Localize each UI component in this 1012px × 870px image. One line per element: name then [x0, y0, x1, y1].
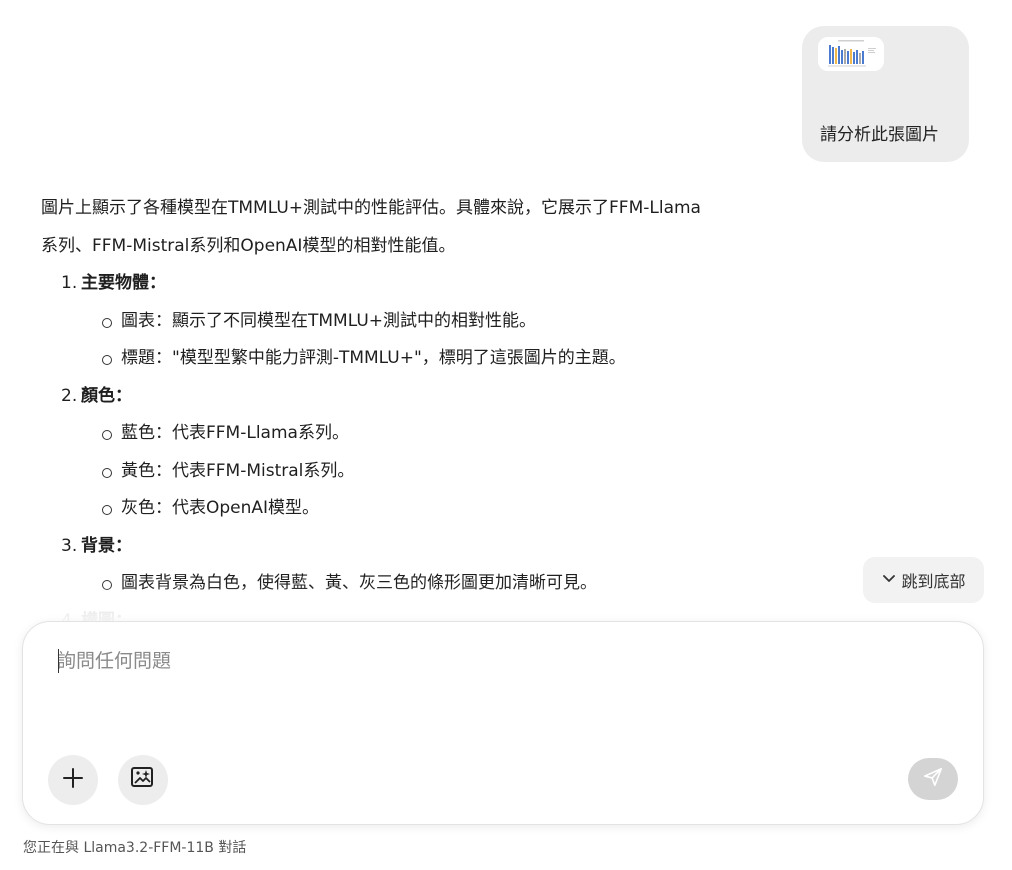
user-message-text: 請分析此張圖片: [820, 125, 939, 145]
image-sparkle-icon: [130, 765, 156, 795]
section-number: 3.: [61, 535, 78, 556]
list-item: 黃色：代表FFM-Mistral系列。: [101, 453, 801, 491]
assistant-intro: 圖片上顯示了各種模型在TMMLU+測試中的性能評估。具體來說，它展示了FFM-L…: [41, 190, 766, 265]
assistant-intro-line: 系列、FFM-Mistral系列和OpenAI模型的相對性能值。: [41, 235, 456, 256]
section-title: 顏色: [81, 385, 115, 406]
list-item: 灰色：代表OpenAI模型。: [101, 490, 801, 528]
list-item: 標題："模型型繁中能力評測-TMMLU+"，標明了這張圖片的主題。: [101, 340, 801, 378]
section-colon: ：: [115, 385, 132, 406]
analysis-section: 3. 背景： 圖表背景為白色，使得藍、黃、灰三色的條形圖更加清晰可見。: [61, 528, 801, 603]
section-number: 1.: [61, 273, 78, 293]
list-item: 藍色：代表FFM-Llama系列。: [101, 415, 801, 453]
user-message-bubble: 請分析此張圖片: [802, 26, 969, 162]
image-thumbnail[interactable]: [818, 37, 884, 71]
message-input[interactable]: [57, 644, 937, 678]
jump-to-bottom-label: 跳到底部: [901, 572, 966, 591]
assistant-intro-line: 圖片上顯示了各種模型在TMMLU+測試中的性能評估。具體來說，它展示了FFM-L…: [41, 198, 701, 218]
jump-to-bottom-button[interactable]: 跳到底部: [863, 557, 984, 603]
message-composer: [22, 621, 984, 825]
section-colon: ：: [115, 535, 132, 556]
model-info-footer: 您正在與 Llama3.2-FFM-11B 對話: [23, 840, 247, 856]
section-number: 2.: [61, 385, 78, 406]
section-title: 背景: [81, 535, 115, 556]
send-icon: [922, 766, 944, 792]
plus-icon: [61, 766, 85, 794]
image-generate-button[interactable]: [118, 755, 168, 805]
section-title: 主要物體: [81, 273, 149, 293]
text-caret: [58, 649, 59, 673]
analysis-section: 2. 顏色： 藍色：代表FFM-Llama系列。 黃色：代表FFM-Mistral…: [61, 378, 801, 528]
assistant-message: 圖片上顯示了各種模型在TMMLU+測試中的性能評估。具體來說，它展示了FFM-L…: [41, 190, 801, 640]
send-button[interactable]: [908, 758, 958, 800]
list-item: 圖表背景為白色，使得藍、黃、灰三色的條形圖更加清晰可見。: [101, 565, 801, 603]
analysis-sections: 1. 主要物體： 圖表：顯示了不同模型在TMMLU+測試中的相對性能。 標題："模…: [61, 265, 801, 640]
chevron-down-icon: [881, 570, 897, 590]
analysis-section: 1. 主要物體： 圖表：顯示了不同模型在TMMLU+測試中的相對性能。 標題："模…: [61, 265, 801, 378]
add-attachment-button[interactable]: [48, 755, 98, 805]
section-colon: ：: [149, 273, 166, 293]
list-item: 圖表：顯示了不同模型在TMMLU+測試中的相對性能。: [101, 303, 801, 341]
